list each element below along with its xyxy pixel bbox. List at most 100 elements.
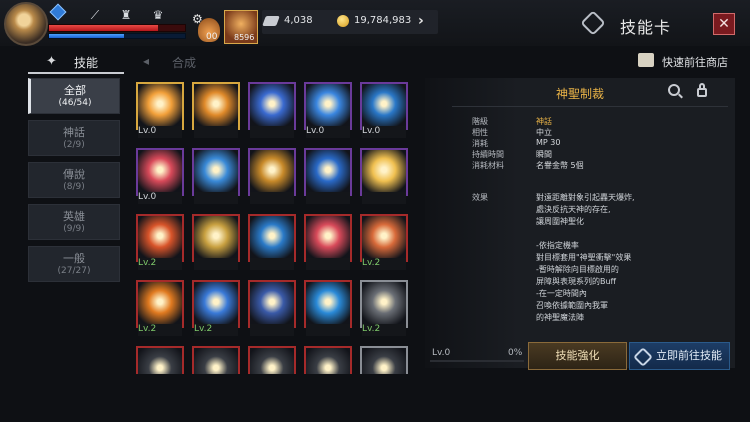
character-portrait[interactable]: [4, 2, 48, 46]
skill-card[interactable]: Lv.2: [360, 214, 408, 270]
skill-card[interactable]: [304, 346, 352, 374]
goto-skill-button[interactable]: 立即前往技能: [629, 342, 730, 370]
skill-card[interactable]: Lv.2: [136, 280, 184, 336]
skill-card[interactable]: [304, 280, 352, 336]
potion-count: 00: [206, 32, 218, 42]
category-count: (2/9): [63, 140, 85, 150]
skill-card[interactable]: [304, 148, 352, 204]
skill-card[interactable]: [360, 148, 408, 204]
shield-arrow-icon: [304, 346, 352, 374]
skill-card-icon: [633, 347, 653, 367]
skill-card[interactable]: [192, 214, 240, 270]
skill-level: Lv.0: [432, 348, 451, 358]
star-emblem-icon: [304, 82, 352, 130]
stat-value: MP 30: [536, 138, 561, 147]
sword-strike-icon: [192, 280, 240, 328]
skill-level-label: [194, 258, 238, 270]
divider: [452, 106, 728, 107]
tab-compose[interactable]: 合成: [172, 54, 196, 71]
skill-level-label: [194, 192, 238, 204]
skill-card[interactable]: Lv.2: [136, 214, 184, 270]
skill-level-label: [250, 126, 294, 138]
active-tab-underline: [28, 72, 124, 74]
skill-card[interactable]: [248, 148, 296, 204]
category-myth[interactable]: 神話 (2/9): [28, 120, 120, 156]
holy-book-icon: [136, 148, 184, 196]
stat-label: 相性: [472, 128, 488, 137]
red-tome-icon: [304, 214, 352, 262]
chevron-right-icon[interactable]: ›: [418, 13, 424, 29]
stat-value: 神話: [536, 117, 552, 126]
sword-icon[interactable]: ⟋: [88, 8, 102, 22]
goto-skill-label: 立即前往技能: [656, 349, 722, 362]
category-normal[interactable]: 一般 (27/27): [28, 246, 120, 282]
blue-bible-icon: [304, 148, 352, 196]
skill-level-label: Lv.0: [362, 126, 406, 138]
spin-swirl-icon: [136, 280, 184, 328]
skill-card[interactable]: [360, 346, 408, 374]
shop-link[interactable]: 快速前往商店: [662, 54, 728, 70]
category-name: 全部: [64, 84, 86, 97]
skill-level-label: Lv.2: [138, 324, 182, 336]
skill-grid: Lv.0 Lv.0 Lv.0 Lv.0 Lv.2 Lv.2 Lv.2 Lv.2 Lv.2: [136, 82, 408, 374]
mp-bar: [48, 33, 186, 39]
silver-shield-icon: [360, 280, 408, 328]
skill-card[interactable]: Lv.0: [136, 82, 184, 138]
skill-level-label: [194, 126, 238, 138]
skill-card[interactable]: [248, 346, 296, 374]
skill-card[interactable]: [248, 82, 296, 138]
shop-icon[interactable]: [638, 53, 654, 67]
skill-card[interactable]: [248, 214, 296, 270]
category-name: 傳說: [63, 168, 85, 181]
wing-currency-value: 4,038: [284, 15, 313, 26]
enhance-button[interactable]: 技能強化: [528, 342, 627, 370]
stat-label: 階級: [472, 117, 488, 126]
helmet-icon[interactable]: ♜: [119, 8, 133, 22]
effect-label: 效果: [472, 193, 488, 202]
skill-card[interactable]: [192, 346, 240, 374]
gold-currency-value: 19,784,983: [354, 15, 412, 26]
praying-saint-icon: [192, 82, 240, 130]
skill-card[interactable]: Lv.0: [136, 148, 184, 204]
stat-value: 瞬間: [536, 150, 552, 159]
category-all[interactable]: 全部 (46/54): [28, 78, 120, 114]
category-legend[interactable]: 傳說 (8/9): [28, 162, 120, 198]
gold-shield-icon: [248, 148, 296, 196]
skill-card[interactable]: [136, 346, 184, 374]
tab-skill[interactable]: 技能: [74, 54, 98, 71]
category-count: (8/9): [63, 182, 85, 192]
close-button[interactable]: ✕: [713, 13, 735, 35]
skill-card[interactable]: Lv.0: [304, 82, 352, 138]
trophy-icon[interactable]: ♛: [151, 8, 165, 22]
skill-card-icon: [580, 10, 606, 36]
skill-level-label: Lv.2: [138, 258, 182, 270]
skill-progress-bar: [430, 360, 524, 362]
skill-card[interactable]: Lv.2: [360, 280, 408, 336]
skill-level-label: [306, 324, 350, 336]
skill-level-label: Lv.2: [362, 258, 406, 270]
gold-coin-icon: [337, 15, 349, 27]
skill-name: 神聖制裁: [556, 87, 605, 101]
effect-line: 召喚依據範圍內我軍: [536, 301, 608, 310]
skill-card[interactable]: [192, 148, 240, 204]
skill-card[interactable]: Lv.0: [360, 82, 408, 138]
skill-card[interactable]: Lv.2: [192, 280, 240, 336]
skill-card[interactable]: [248, 280, 296, 336]
skill-level-label: [362, 192, 406, 204]
skill-level-label: Lv.0: [138, 126, 182, 138]
top-bar: ⟋ ♜ ♛ ⚙ 00 8596 4,038 19,784,983 › 技能卡 ✕: [0, 0, 750, 46]
effect-line: -依指定機率: [536, 241, 579, 250]
stat-value: 中立: [536, 128, 552, 137]
skill-level-label: [250, 192, 294, 204]
category-hero[interactable]: 英雄 (9/9): [28, 204, 120, 240]
effect-line: 對目標套用"神聖衝擊"效果: [536, 253, 632, 262]
skill-level-label: Lv.2: [194, 324, 238, 336]
skill-card[interactable]: [304, 214, 352, 270]
effect-line: 的神聖魔法陣: [536, 313, 584, 322]
radiant-burst-icon: [136, 82, 184, 130]
holy-cross-shield-icon: [360, 82, 408, 130]
stat-label: 消耗材料: [472, 161, 504, 170]
skill-card[interactable]: [192, 82, 240, 138]
lock-icon[interactable]: [697, 88, 707, 97]
category-count: (27/27): [57, 266, 91, 276]
